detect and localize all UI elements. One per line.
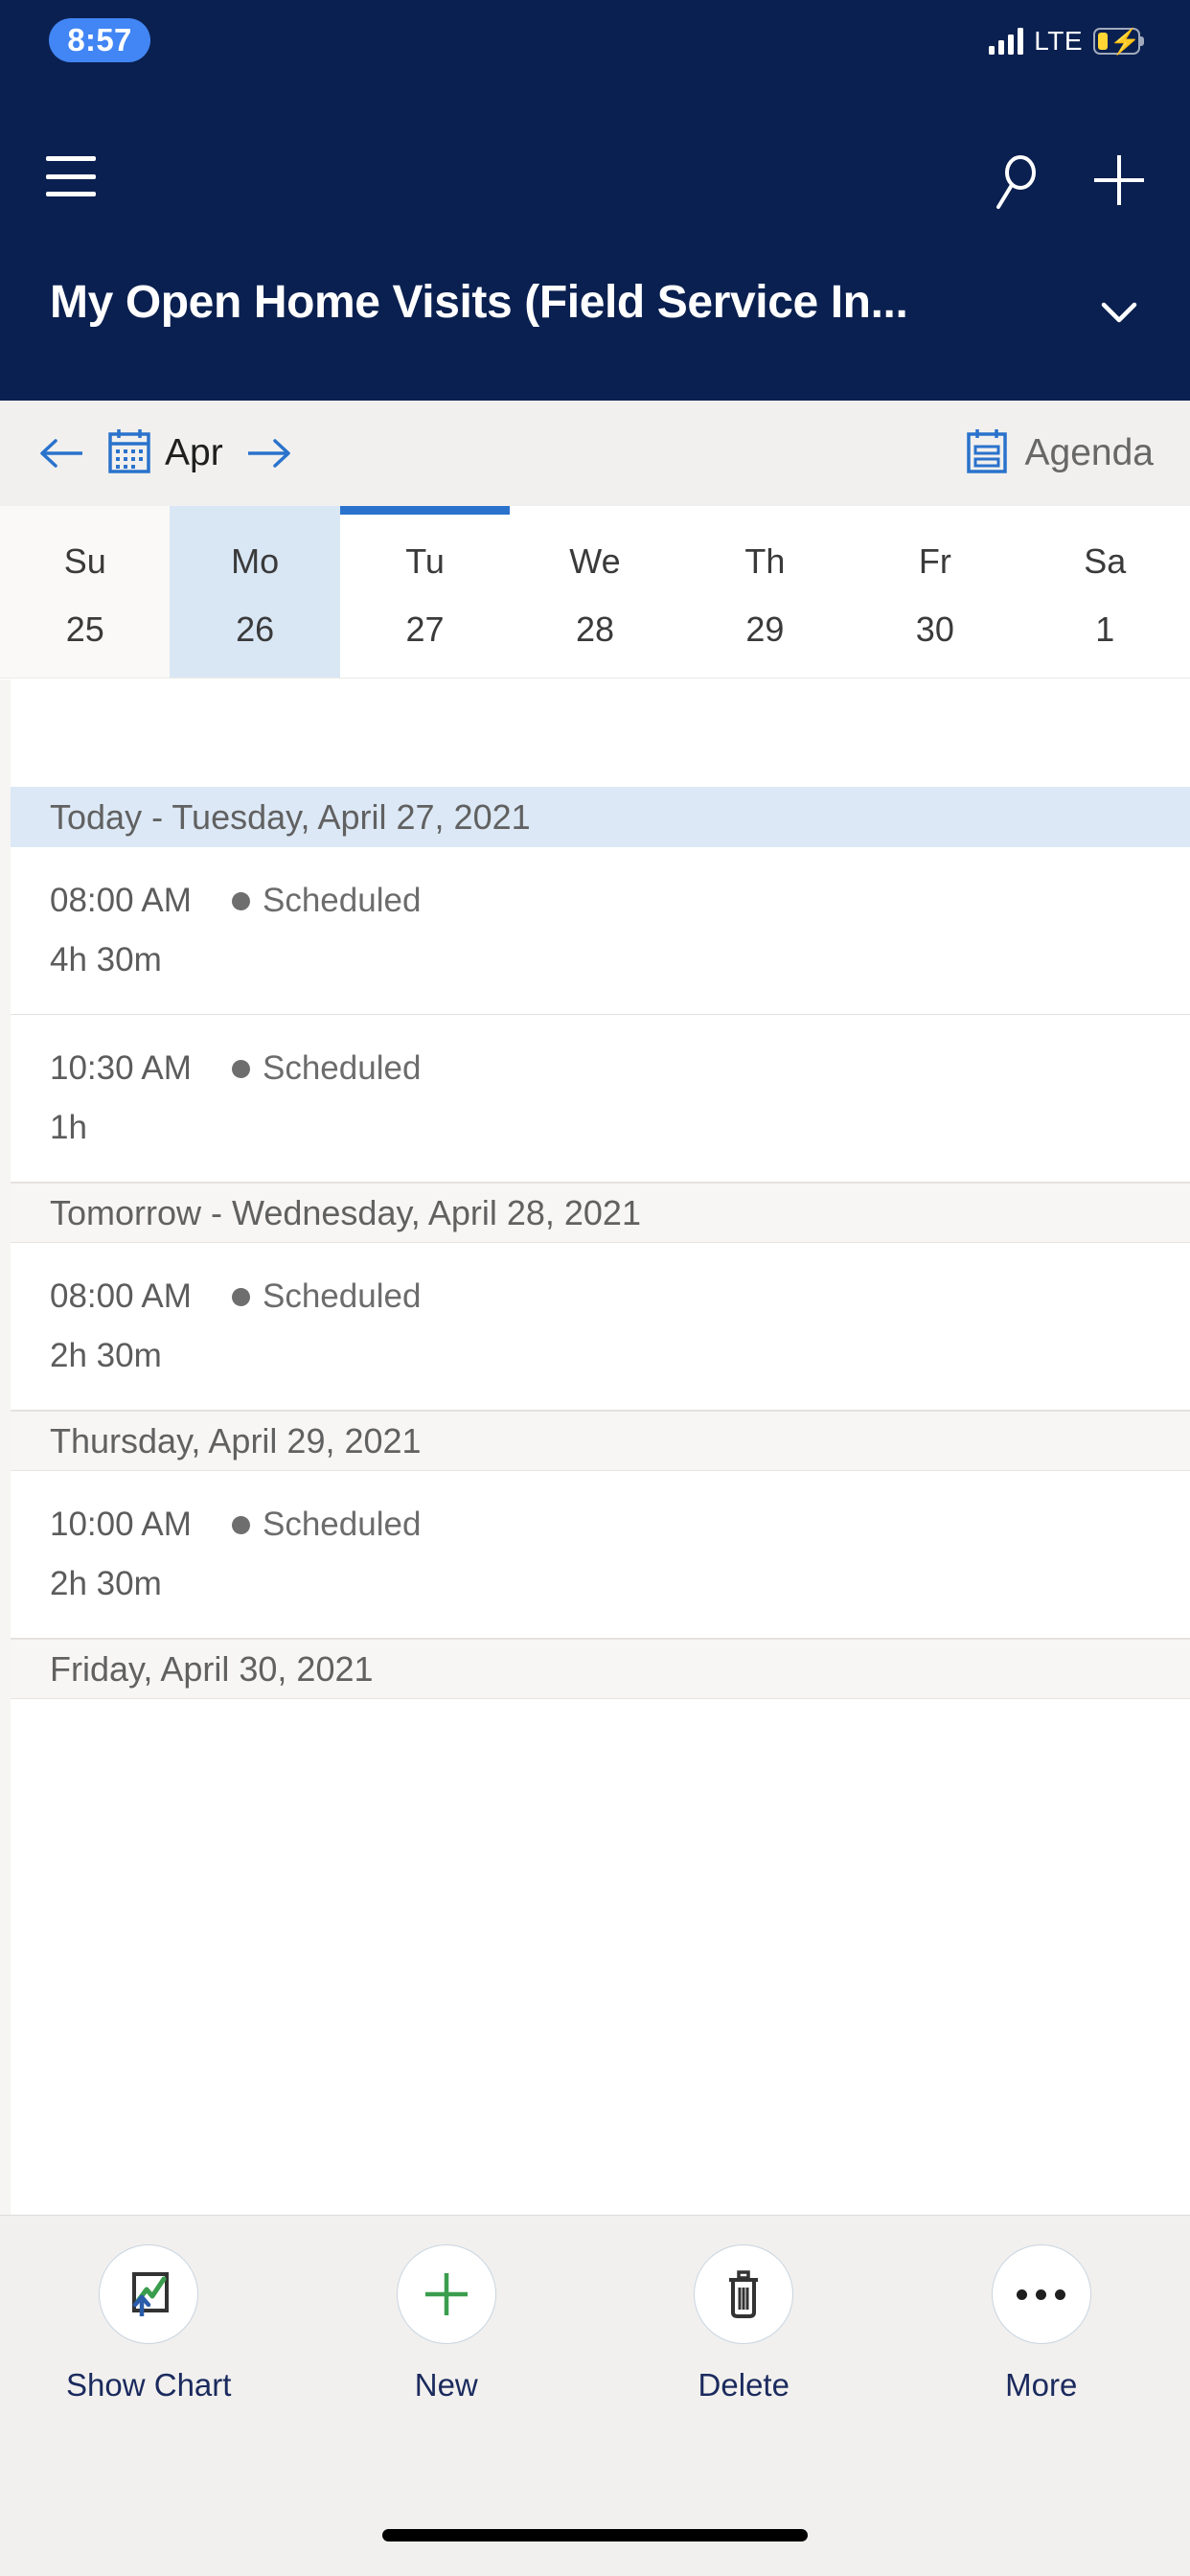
view-switcher[interactable]: Agenda	[965, 401, 1154, 506]
appointment-status-label: Scheduled	[263, 1506, 422, 1543]
agenda-list[interactable]: Today - Tuesday, April 27, 2021 08:00 AM S…	[0, 679, 1190, 2215]
calendar-nav-group: Apr	[36, 401, 294, 506]
appointment-time: 10:30 AM	[50, 1049, 192, 1087]
agenda-day-header: Tomorrow - Wednesday, April 28, 2021	[0, 1183, 1190, 1243]
command-label: Show Chart	[66, 2367, 232, 2403]
week-day-su[interactable]: Su 25	[0, 506, 171, 678]
appointment-row[interactable]: 10:00 AM Scheduled 2h 30m	[0, 1471, 1190, 1639]
appointment-status-label: Scheduled	[263, 882, 422, 919]
month-picker[interactable]: Apr	[107, 427, 223, 480]
week-day-number: 1	[1095, 610, 1115, 649]
appointment-duration: 2h 30m	[50, 1337, 162, 1374]
hamburger-menu-icon[interactable]	[46, 156, 96, 196]
status-bar-time: 8:57	[49, 18, 150, 62]
command-new[interactable]: New	[298, 2244, 596, 2404]
command-show-chart[interactable]: Show Chart	[0, 2244, 298, 2404]
appointment-duration: 2h 30m	[50, 1565, 162, 1602]
week-day-th[interactable]: Th 29	[680, 506, 850, 678]
appointment-status-label: Scheduled	[263, 1277, 422, 1315]
command-label: More	[1005, 2367, 1078, 2403]
appointment-row[interactable]: 08:00 AM Scheduled 2h 30m	[0, 1243, 1190, 1411]
agenda-icon	[965, 427, 1009, 480]
week-day-number: 28	[575, 610, 614, 649]
week-day-number: 25	[65, 610, 104, 649]
week-day-fr[interactable]: Fr 30	[850, 506, 1019, 678]
week-day-sa[interactable]: Sa 1	[1020, 506, 1190, 678]
network-type-label: LTE	[1034, 26, 1083, 56]
week-day-name: Th	[744, 541, 786, 581]
agenda-top-spacer	[0, 679, 1190, 787]
command-label: Delete	[698, 2367, 790, 2403]
appointment-row[interactable]: 08:00 AM Scheduled 4h 30m	[0, 847, 1190, 1015]
home-indicator	[382, 2529, 808, 2542]
agenda-day-header: Today - Tuesday, April 27, 2021	[0, 787, 1190, 847]
week-day-name: Fr	[918, 541, 951, 581]
week-day-number: 29	[745, 610, 785, 649]
calendar-icon	[107, 427, 151, 480]
week-day-name: Tu	[405, 541, 445, 581]
battery-charging-icon: ⚡	[1093, 28, 1144, 55]
status-dot-icon	[232, 1287, 250, 1306]
agenda-day-header: Friday, April 30, 2021	[0, 1639, 1190, 1699]
arrow-right-icon[interactable]	[244, 434, 294, 472]
appointment-status: Scheduled	[232, 1277, 421, 1316]
chevron-down-icon[interactable]	[1094, 288, 1144, 342]
today-indicator-bar	[339, 506, 511, 515]
calendar-toolbar: Apr Agenda	[0, 401, 1190, 506]
status-dot-icon	[232, 1515, 250, 1534]
week-day-number: 26	[236, 610, 275, 649]
app-nav-bar	[0, 125, 1190, 230]
plus-icon[interactable]	[1088, 150, 1150, 211]
week-day-number: 27	[405, 610, 445, 649]
mobile-app-screen: 8:57 LTE ⚡ My Open Home Visits (Field Se…	[0, 0, 1190, 2576]
appointment-status: Scheduled	[232, 882, 421, 920]
week-day-strip: Su 25 Mo 26 Tu 27 We 28 Th 29 Fr 30 Sa 1	[0, 506, 1190, 678]
show-chart-icon	[99, 2244, 199, 2344]
appointment-status-label: Scheduled	[263, 1049, 422, 1087]
week-day-name: We	[569, 541, 621, 581]
appointment-time: 10:00 AM	[50, 1506, 192, 1543]
week-day-tu[interactable]: Tu 27	[339, 506, 511, 678]
appointment-status: Scheduled	[232, 1506, 421, 1544]
plus-icon	[396, 2244, 496, 2344]
week-day-mo[interactable]: Mo 26	[170, 506, 340, 678]
page-title: My Open Home Visits (Field Service In...	[50, 277, 908, 328]
week-day-name: Mo	[231, 541, 280, 581]
bottom-command-bar: Show Chart New Delete More	[0, 2215, 1190, 2576]
week-day-name: Su	[63, 541, 106, 581]
command-label: New	[414, 2367, 478, 2403]
week-day-number: 30	[915, 610, 954, 649]
current-month-label: Apr	[165, 432, 223, 473]
status-dot-icon	[232, 891, 250, 910]
status-bar-indicators: LTE ⚡	[989, 23, 1144, 59]
appointment-time: 08:00 AM	[50, 882, 192, 919]
trash-icon	[694, 2244, 794, 2344]
week-day-name: Sa	[1084, 541, 1127, 581]
command-delete[interactable]: Delete	[595, 2244, 893, 2404]
week-day-we[interactable]: We 28	[510, 506, 679, 678]
view-switcher-label: Agenda	[1024, 432, 1154, 473]
appointment-status: Scheduled	[232, 1049, 421, 1088]
agenda-day-header: Thursday, April 29, 2021	[0, 1411, 1190, 1471]
command-more[interactable]: More	[893, 2244, 1190, 2404]
arrow-left-icon[interactable]	[36, 434, 86, 472]
appointment-duration: 4h 30m	[50, 941, 162, 978]
status-dot-icon	[232, 1059, 250, 1078]
appointment-time: 08:00 AM	[50, 1277, 192, 1315]
search-icon[interactable]	[985, 150, 1046, 211]
more-ellipsis-icon	[991, 2244, 1091, 2344]
view-title-bar[interactable]: My Open Home Visits (Field Service In...	[0, 230, 1190, 401]
status-bar: 8:57 LTE ⚡	[0, 0, 1190, 125]
appointment-row[interactable]: 10:30 AM Scheduled 1h	[0, 1015, 1190, 1183]
signal-bars-icon	[989, 28, 1024, 55]
appointment-duration: 1h	[50, 1109, 87, 1146]
